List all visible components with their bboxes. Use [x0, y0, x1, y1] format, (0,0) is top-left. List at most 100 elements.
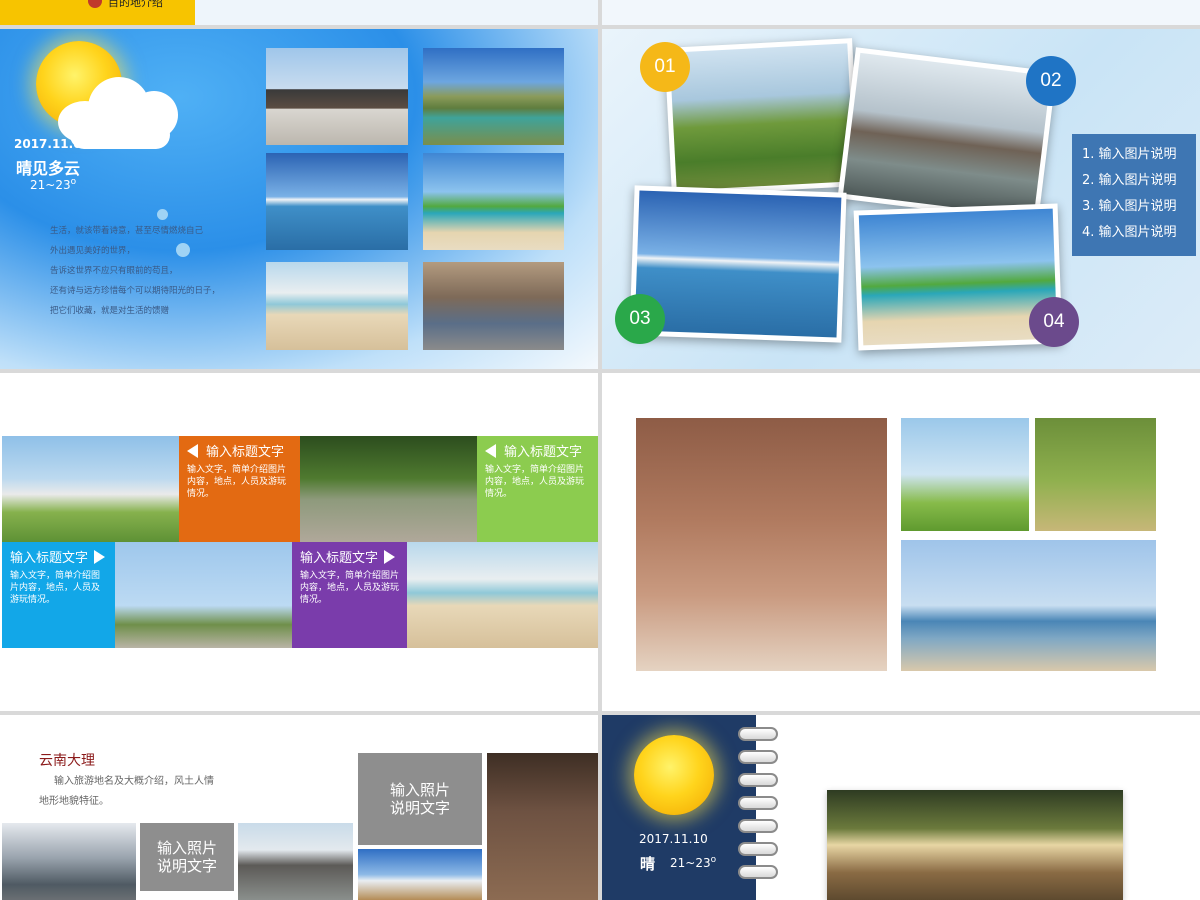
tile-title-row: 输入标题文字: [300, 548, 399, 570]
degree-icon: o: [70, 177, 77, 187]
photo-family-beach[interactable]: [901, 540, 1156, 671]
badge-04: 04: [1029, 297, 1079, 347]
arrow-right-icon: [94, 550, 106, 564]
photo-caption-box-a[interactable]: 输入照片 说明文字: [140, 823, 234, 891]
caption-item: 4. 输入图片说明: [1082, 225, 1177, 240]
photo-costume-kids[interactable]: [487, 753, 598, 900]
photo-river[interactable]: [423, 48, 564, 145]
slide-weather-album[interactable]: 2017.11.08 晴见多云 21~23o 生活，就该带着诗意，甚至尽情燃烧自…: [0, 29, 598, 369]
tile-title-row: 输入标题文字: [485, 442, 590, 464]
arrow-right-icon: [384, 550, 396, 564]
caption-list: 1. 输入图片说明 2. 输入图片说明 3. 输入图片说明 4. 输入图片说明: [1072, 134, 1196, 256]
photo-resort-2: [634, 190, 842, 338]
tile-title: 输入标题文字: [504, 445, 583, 460]
badge-03: 03: [615, 294, 665, 344]
caption-line: 说明文字: [389, 799, 450, 817]
tile-title: 输入标题文字: [300, 551, 379, 566]
slide-color-tiles[interactable]: 输入标题文字 输入文字，简单介绍图片内容，地点，人员及游玩情况。 输入标题文字 …: [0, 373, 598, 711]
photo-frame-1[interactable]: [664, 38, 860, 196]
photo-petra[interactable]: [636, 418, 887, 671]
tile-body: 输入文字，简单介绍图片内容，地点，人员及游玩情况。: [300, 571, 400, 605]
photo-snow-mountain[interactable]: [358, 849, 482, 900]
tile-body: 输入文字，简单介绍图片内容，地点，人员及游玩情况。: [187, 465, 287, 499]
photo-running-friends[interactable]: [115, 542, 292, 648]
weather-temp-value: 21~23: [670, 856, 711, 870]
tile-title-row: 输入标题文字: [187, 442, 292, 464]
caption-item: 2. 输入图片说明: [1082, 173, 1177, 188]
binding-ring-icon: [738, 727, 778, 741]
photo-cloudy-town[interactable]: [2, 823, 136, 900]
weather-temp: 21~23o: [30, 177, 76, 192]
photo-frame-2[interactable]: [837, 47, 1057, 223]
weather-date: 2017.11.08: [14, 137, 90, 151]
binding-ring-icon: [738, 819, 778, 833]
arrow-left-icon: [187, 444, 198, 458]
photo-caption-box-b[interactable]: 输入照片 说明文字: [358, 753, 482, 845]
binding-ring-icon: [738, 750, 778, 764]
photo-kids-bike[interactable]: [901, 418, 1029, 531]
caption-item: 1. 输入图片说明: [1082, 147, 1177, 162]
tile-green[interactable]: 输入标题文字 输入文字，简单介绍图片内容，地点，人员及游玩情况。: [477, 436, 598, 542]
place-title: 云南大理: [39, 753, 95, 769]
photo-crowd[interactable]: [423, 262, 564, 350]
photo-friends-lawn[interactable]: [2, 436, 179, 542]
photo-palm-bike-2: [858, 208, 1058, 346]
tile-blue[interactable]: 输入标题文字 输入文字，简单介绍图片内容，地点，人员及游玩情况。: [2, 542, 115, 648]
destination-button-label: 目的地介绍: [108, 0, 163, 9]
weather-temp: 21~23o: [670, 855, 716, 870]
photo-water-town: [843, 52, 1051, 218]
tile-body: 输入文字，简单介绍图片内容，地点，人员及游玩情况。: [485, 465, 585, 499]
arrow-left-icon: [485, 444, 496, 458]
bubble-decoration: [157, 209, 168, 220]
poem-line: 外出遇见美好的世界，: [50, 246, 136, 256]
poem-text: 生活，就该带着诗意，甚至尽情燃烧自己 外出遇见美好的世界， 告诉这世界不应只有眼…: [50, 221, 250, 321]
photo-water-street[interactable]: [238, 823, 353, 900]
caption-line: 说明文字: [156, 857, 217, 875]
poem-line: 还有诗与远方珍惜每个可以期待阳光的日子，: [50, 286, 221, 296]
badge-02: 02: [1026, 56, 1076, 106]
weather-condition: 晴见多云: [16, 159, 81, 178]
slide-destination[interactable]: 云南大理 输入旅游地名及大概介绍，风土人情 地形地貌特征。 输入照片 说明文字 …: [0, 715, 598, 900]
tile-title: 输入标题文字: [206, 445, 285, 460]
tile-purple[interactable]: 输入标题文字 输入文字，简单介绍图片内容，地点，人员及游玩情况。: [292, 542, 407, 648]
tile-body: 输入文字，简单介绍图片内容，地点，人员及游玩情况。: [10, 571, 101, 605]
binding-ring-icon: [738, 796, 778, 810]
slide-travel-gallery[interactable]: [602, 373, 1200, 711]
photo-family-cycling[interactable]: [827, 790, 1123, 900]
slide-numbered-photos[interactable]: 01 02 03 04 1. 输入图片说明 2. 输入图片说明 3. 输入图片说…: [602, 29, 1200, 369]
place-intro-line2: 地形地貌特征。: [39, 796, 109, 807]
photo-kids-grass[interactable]: [1035, 418, 1156, 531]
tile-orange[interactable]: 输入标题文字 输入文字，简单介绍图片内容，地点，人员及游玩情况。: [179, 436, 300, 542]
weather-date: 2017.11.10: [639, 832, 708, 846]
photo-cycling: [669, 43, 855, 191]
destination-button[interactable]: 目的地介绍: [0, 0, 195, 25]
photo-resort[interactable]: [266, 153, 408, 250]
photo-beach-jump-2[interactable]: [407, 542, 598, 648]
photo-forest-road[interactable]: [300, 436, 477, 542]
tile-title: 输入标题文字: [10, 551, 89, 566]
caption-line: 输入照片: [156, 839, 217, 857]
sun-icon: [634, 735, 714, 815]
tile-title-row: 输入标题文字: [10, 548, 107, 570]
slide-top-right[interactable]: [602, 0, 1200, 25]
binding-ring-icon: [738, 842, 778, 856]
poem-line: 生活，就该带着诗意，甚至尽情燃烧自己: [50, 226, 204, 236]
photo-palm-bike[interactable]: [423, 153, 564, 250]
slide-notebook[interactable]: 2017.11.10 晴 21~23o: [602, 715, 1200, 900]
caption-line: 输入照片: [389, 781, 450, 799]
weather-condition: 晴: [640, 855, 656, 873]
poem-line: 把它们收藏，就是对生活的馈赠: [50, 306, 170, 316]
photo-temple[interactable]: [266, 48, 408, 145]
degree-icon: o: [710, 855, 717, 865]
place-intro-line1: 输入旅游地名及大概介绍，风土人情: [54, 776, 214, 787]
badge-01: 01: [640, 42, 690, 92]
red-dot-icon: [88, 0, 102, 8]
caption-item: 3. 输入图片说明: [1082, 199, 1177, 214]
binding-ring-icon: [738, 773, 778, 787]
weather-temp-value: 21~23: [30, 178, 71, 192]
photo-beach-jump[interactable]: [266, 262, 408, 350]
slide-grid: 目的地介绍 2017.11.08 晴见多云 21~23o 生活，就该带着诗意，甚…: [0, 0, 1200, 900]
poem-line: 告诉这世界不应只有眼前的苟且，: [50, 266, 178, 276]
binding-ring-icon: [738, 865, 778, 879]
slide-top-left[interactable]: 目的地介绍: [0, 0, 598, 25]
